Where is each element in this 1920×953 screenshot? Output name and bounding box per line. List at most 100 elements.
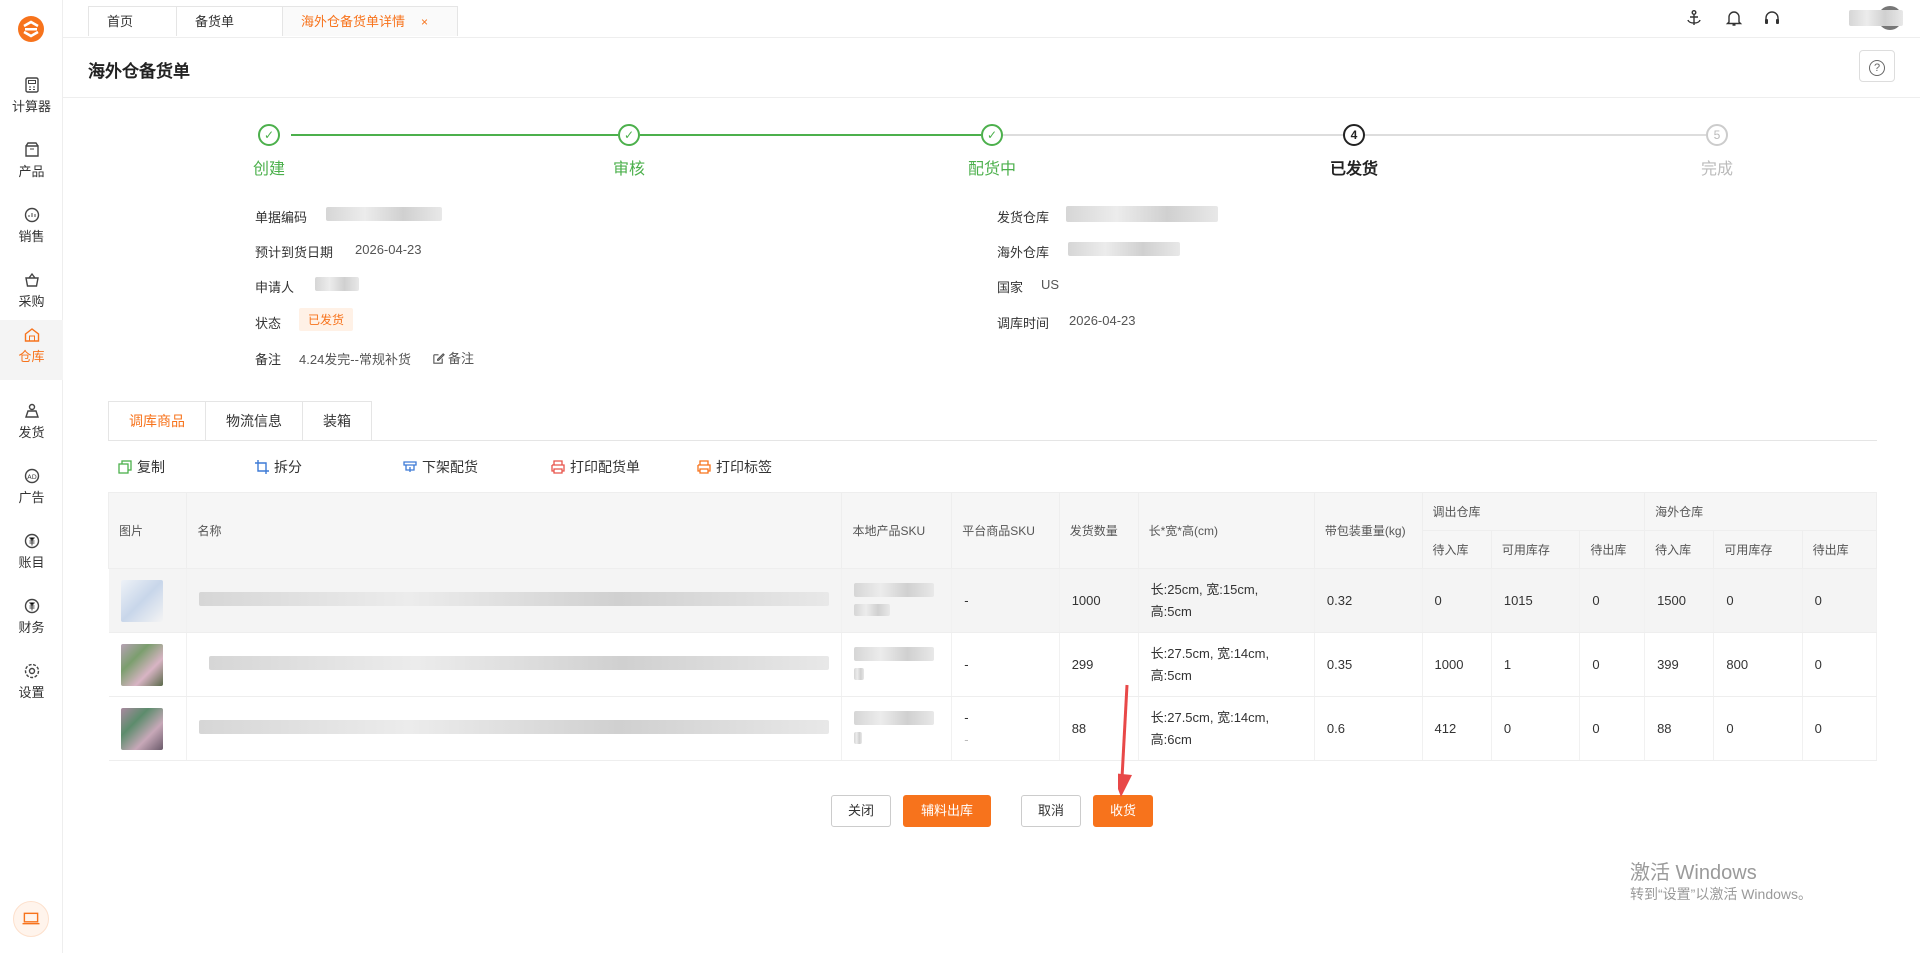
overseas-pending-in-cell: 88 xyxy=(1644,696,1715,761)
tab-close-icon[interactable]: × xyxy=(421,15,428,29)
sidebar-item-ledger[interactable]: 账目 xyxy=(0,526,63,586)
product-thumbnail[interactable] xyxy=(120,579,163,622)
header-platform-sku: 平台商品SKU xyxy=(951,492,1060,569)
remark-label: 备注 xyxy=(255,352,282,367)
out-available-cell: 1015 xyxy=(1491,568,1581,633)
step-connector xyxy=(1003,134,1343,136)
overseas-pending-out-cell: 0 xyxy=(1802,696,1878,761)
product-name-redacted[interactable] xyxy=(199,720,830,734)
overseas-available-cell: 800 xyxy=(1713,632,1803,697)
overseas-warehouse-redacted xyxy=(1068,242,1180,256)
tab-packing[interactable]: 装箱 xyxy=(302,401,372,441)
receive-button[interactable]: 收货 xyxy=(1093,795,1153,827)
windows-activation-hint: 转到“设置”以激活 Windows。 xyxy=(1630,886,1813,902)
aux-material-out-button[interactable]: 辅料出库 xyxy=(903,795,991,827)
sidebar-item-shipping[interactable]: 发货 xyxy=(0,396,63,456)
help-icon: ? xyxy=(1869,60,1885,76)
unshelve-icon xyxy=(403,461,417,472)
header-divider xyxy=(63,97,1920,98)
dims-cell: 长:27.5cm, 宽:14cm, 高:6cm xyxy=(1138,696,1315,761)
purchase-icon xyxy=(24,272,39,287)
table-row[interactable]: -- 88 长:27.5cm, 宽:14cm, 高:6cm 0.6 412 0 0… xyxy=(108,696,1878,761)
windows-activation-title: 激活 Windows xyxy=(1630,862,1757,884)
applicant-redacted xyxy=(315,277,359,291)
edit-remark-button[interactable]: 备注 xyxy=(432,348,474,367)
unshelve-allocate-label: 下架配货 xyxy=(422,459,478,475)
step-connector xyxy=(291,134,618,136)
out-pending-in-cell: 1000 xyxy=(1422,632,1492,697)
screen-toggle-button[interactable] xyxy=(13,901,49,937)
status-badge: 已发货 xyxy=(299,308,354,331)
close-button[interactable]: 关闭 xyxy=(831,795,891,827)
anchor-icon[interactable] xyxy=(1685,9,1703,27)
user-name-redacted[interactable] xyxy=(1849,10,1903,26)
sidebar-item-product[interactable]: 产品 xyxy=(0,135,63,195)
sidebar-item-label: 仓库 xyxy=(18,349,45,364)
platform-sku-line-1: - xyxy=(964,709,969,725)
copy-button[interactable]: 复制 xyxy=(118,457,165,477)
transfer-time-label: 调库时间 xyxy=(997,316,1050,331)
overseas-available-cell: 0 xyxy=(1713,696,1803,761)
tab-transfer-products[interactable]: 调库商品 xyxy=(108,401,206,441)
sidebar-item-warehouse[interactable]: 仓库 xyxy=(0,320,63,380)
sidebar-item-finance[interactable]: 财务 xyxy=(0,591,63,651)
out-pending-out-cell: 0 xyxy=(1579,632,1646,697)
header-pending-out: 待出库 xyxy=(1801,530,1878,569)
dims-line-2: 高:5cm xyxy=(1150,603,1192,619)
doc-code-label: 单据编码 xyxy=(255,210,308,225)
cancel-button[interactable]: 取消 xyxy=(1021,795,1081,827)
bell-icon[interactable] xyxy=(1725,9,1743,27)
sidebar-item-label: 销售 xyxy=(18,229,45,244)
sidebar: 计算器 产品 销售 采购 仓库 发货 AD 广告 账目 财务 设置 xyxy=(0,0,63,953)
doc-code-redacted xyxy=(326,207,442,221)
step-label-review: 审核 xyxy=(612,161,645,178)
step-create-check-icon: ✓ xyxy=(258,124,280,146)
print-label-label: 打印标签 xyxy=(716,459,772,475)
table-row[interactable]: - 1000 长:25cm, 宽:15cm, 高:5cm 0.32 0 1015 … xyxy=(108,568,1878,633)
calculator-icon xyxy=(24,77,39,93)
split-button[interactable]: 拆分 xyxy=(255,457,302,477)
header-pending-in: 待入库 xyxy=(1644,530,1715,569)
dims-line-2: 高:6cm xyxy=(1150,731,1192,747)
edit-remark-label: 备注 xyxy=(448,351,475,366)
overseas-pending-in-cell: 1500 xyxy=(1644,568,1715,633)
help-button[interactable]: ? xyxy=(1859,50,1895,82)
product-thumbnail[interactable] xyxy=(120,707,163,750)
platform-sku-cell: - xyxy=(951,568,1060,633)
step-label-create: 创建 xyxy=(252,161,285,178)
print-label-button[interactable]: 打印标签 xyxy=(697,457,772,477)
country-label: 国家 xyxy=(997,280,1024,295)
step-connector xyxy=(640,134,981,136)
page-title: 海外仓备货单 xyxy=(88,62,190,81)
annotation-arrow-icon xyxy=(1118,684,1132,797)
sidebar-item-ad[interactable]: AD 广告 xyxy=(0,461,63,521)
overseas-pending-out-cell: 0 xyxy=(1802,568,1878,633)
sidebar-item-calculator[interactable]: 计算器 xyxy=(0,70,63,130)
local-sku-redacted xyxy=(854,603,891,616)
tab-home[interactable]: 首页 xyxy=(88,6,177,36)
product-name-redacted[interactable] xyxy=(199,592,830,606)
header-local-sku: 本地产品SKU xyxy=(841,492,953,569)
unshelve-allocate-button[interactable]: 下架配货 xyxy=(403,457,478,477)
finance-icon xyxy=(24,598,39,614)
headset-icon[interactable] xyxy=(1763,9,1781,27)
platform-sku-cell: -- xyxy=(951,696,1060,761)
table-row[interactable]: - 299 长:27.5cm, 宽:14cm, 高:5cm 0.35 1000 1… xyxy=(108,632,1878,697)
printer-icon xyxy=(697,460,711,474)
step-done-number: 5 xyxy=(1706,124,1728,146)
sidebar-item-label: 产品 xyxy=(18,164,45,179)
step-label-done: 完成 xyxy=(1700,161,1733,178)
product-thumbnail[interactable] xyxy=(120,643,163,686)
tab-stock-orders[interactable]: 备货单 xyxy=(176,6,283,36)
tab-overseas-order-detail[interactable]: 海外仓备货单详情 × xyxy=(282,6,458,36)
sidebar-item-purchase[interactable]: 采购 xyxy=(0,265,63,325)
shipping-icon xyxy=(24,403,39,418)
sidebar-item-label: 设置 xyxy=(18,685,45,700)
sidebar-item-settings[interactable]: 设置 xyxy=(0,656,63,716)
sidebar-item-sales[interactable]: 销售 xyxy=(0,200,63,260)
print-allocation-button[interactable]: 打印配货单 xyxy=(551,457,640,477)
product-name-redacted[interactable] xyxy=(209,656,830,670)
tab-logistics-info[interactable]: 物流信息 xyxy=(205,401,303,441)
step-connector xyxy=(1365,134,1706,136)
app-logo-icon[interactable] xyxy=(16,14,46,44)
